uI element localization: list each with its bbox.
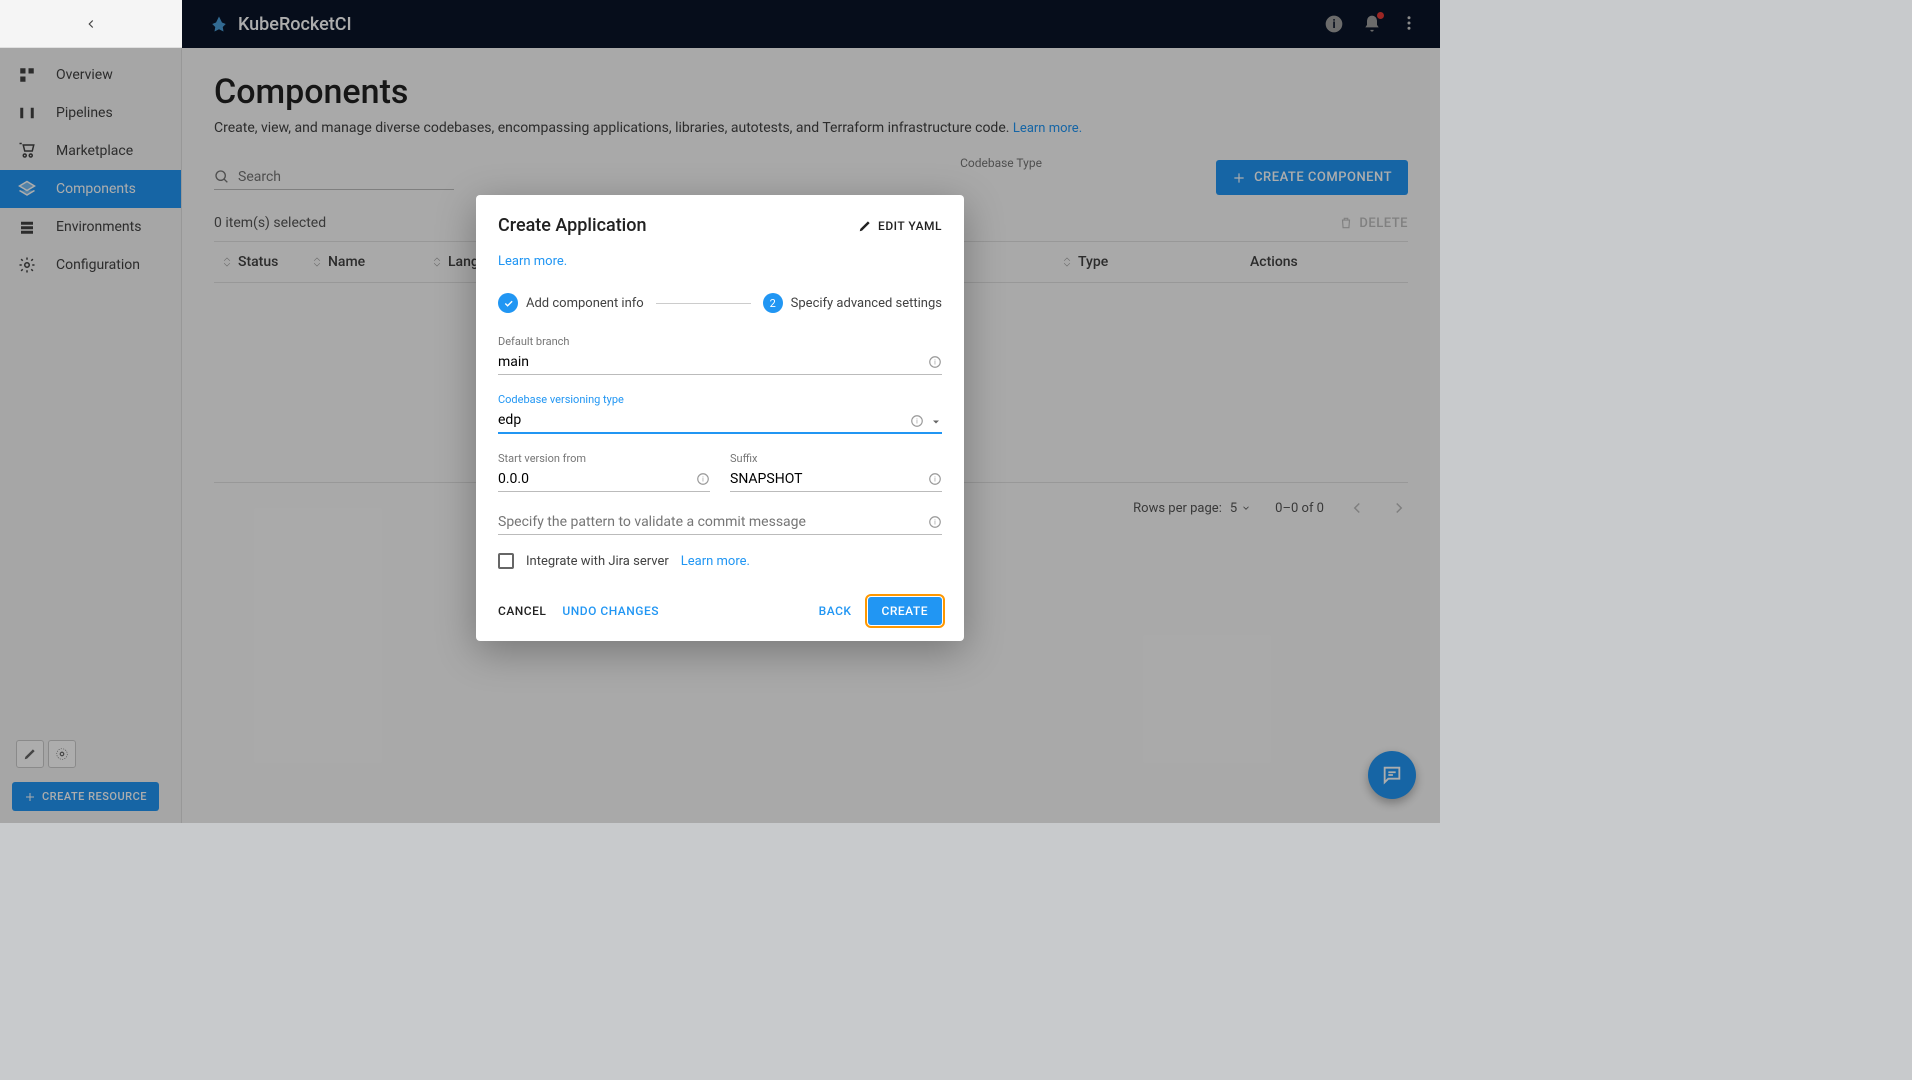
step-1[interactable]: Add component info bbox=[498, 293, 644, 313]
jira-checkbox[interactable] bbox=[498, 553, 514, 569]
jira-label: Integrate with Jira server bbox=[526, 554, 669, 569]
svg-text:i: i bbox=[702, 475, 704, 483]
field-label: Suffix bbox=[730, 452, 942, 465]
step-check-icon bbox=[498, 293, 518, 313]
start-version-input[interactable] bbox=[498, 467, 710, 492]
modal-overlay: Create Application EDIT YAML Learn more.… bbox=[0, 0, 1440, 823]
cancel-button[interactable]: CANCEL bbox=[498, 604, 546, 618]
suffix-field[interactable]: Suffix i bbox=[730, 452, 942, 492]
field-label: Default branch bbox=[498, 335, 942, 348]
suffix-input[interactable] bbox=[730, 467, 942, 492]
pencil-icon bbox=[858, 219, 872, 233]
info-icon[interactable]: i bbox=[696, 472, 710, 486]
info-icon[interactable]: i bbox=[910, 414, 924, 428]
dialog-title: Create Application bbox=[498, 215, 647, 236]
edit-yaml-button[interactable]: EDIT YAML bbox=[858, 219, 942, 233]
start-version-field[interactable]: Start version from i bbox=[498, 452, 710, 492]
create-application-dialog: Create Application EDIT YAML Learn more.… bbox=[476, 195, 964, 641]
stepper: Add component info 2 Specify advanced se… bbox=[498, 293, 942, 313]
info-icon[interactable]: i bbox=[928, 515, 942, 529]
field-label: Start version from bbox=[498, 452, 710, 465]
svg-text:i: i bbox=[934, 475, 936, 483]
sidebar-collapse-button[interactable] bbox=[0, 0, 182, 48]
step-connector bbox=[656, 303, 751, 304]
versioning-type-select[interactable] bbox=[498, 408, 942, 434]
versioning-type-field[interactable]: Codebase versioning type i bbox=[498, 393, 942, 434]
dialog-learn-more-link[interactable]: Learn more. bbox=[498, 254, 567, 269]
chevron-down-icon bbox=[930, 416, 942, 428]
commit-pattern-input[interactable] bbox=[498, 510, 942, 535]
field-label: Codebase versioning type bbox=[498, 393, 942, 406]
svg-text:i: i bbox=[934, 358, 936, 366]
commit-pattern-field[interactable]: i bbox=[498, 510, 942, 535]
undo-changes-button[interactable]: UNDO CHANGES bbox=[562, 604, 659, 618]
jira-learn-more-link[interactable]: Learn more. bbox=[681, 554, 750, 569]
back-button[interactable]: BACK bbox=[819, 604, 852, 618]
chevron-left-icon bbox=[84, 17, 98, 31]
step-2[interactable]: 2 Specify advanced settings bbox=[763, 293, 942, 313]
default-branch-input[interactable] bbox=[498, 350, 942, 375]
step-number-icon: 2 bbox=[763, 293, 783, 313]
create-button[interactable]: CREATE bbox=[868, 597, 942, 625]
info-icon[interactable]: i bbox=[928, 472, 942, 486]
svg-text:i: i bbox=[934, 518, 936, 526]
svg-text:i: i bbox=[916, 417, 918, 425]
default-branch-field[interactable]: Default branch i bbox=[498, 335, 942, 375]
info-icon[interactable]: i bbox=[928, 355, 942, 369]
